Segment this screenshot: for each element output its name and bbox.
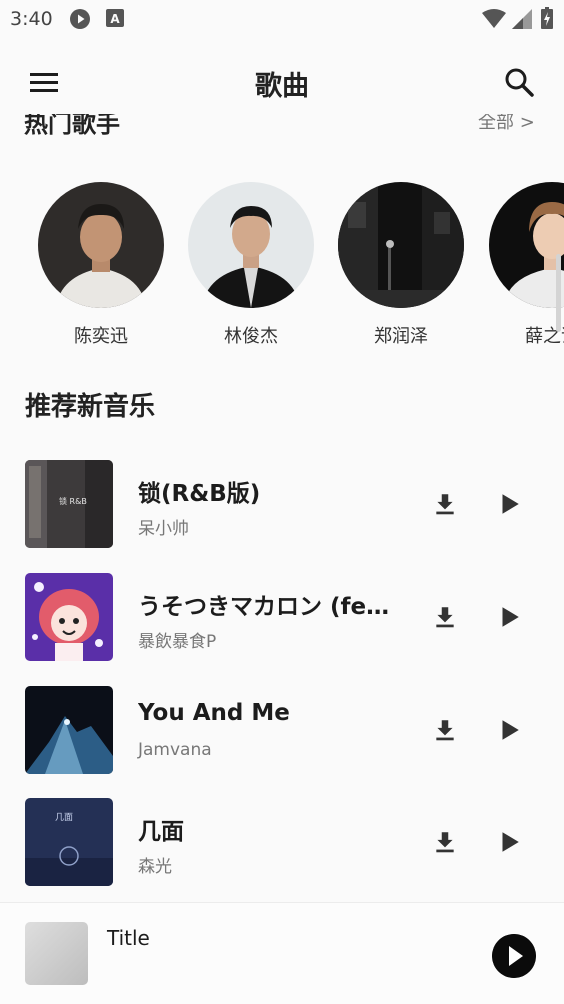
singer-avatar: [38, 182, 164, 308]
singer-name: 林俊杰: [224, 326, 278, 347]
status-time: 3:40: [10, 8, 53, 30]
signal-icon: [512, 9, 532, 29]
singer-name: 郑润泽: [374, 326, 428, 347]
song-cover: 锁 R&B: [25, 460, 113, 548]
hot-singers-title: 热门歌手: [24, 114, 120, 138]
song-artist: 暴飲暴食P: [138, 632, 217, 652]
singers-carousel[interactable]: 陈奕迅 林俊杰 郑润泽 薛之: [0, 182, 564, 352]
song-item[interactable]: 几面 几面 森光: [0, 798, 564, 894]
download-icon[interactable]: [432, 604, 458, 630]
singer-avatar: [489, 182, 564, 308]
song-item[interactable]: 锁 R&B 锁(R&B版) 呆小帅: [0, 460, 564, 556]
song-cover: 几面: [25, 798, 113, 886]
singer-avatar: [188, 182, 314, 308]
play-icon[interactable]: [496, 717, 522, 743]
status-bar: 3:40 A: [0, 0, 564, 40]
page-title: 歌曲: [255, 71, 309, 102]
singer-item[interactable]: 林俊杰: [188, 182, 314, 348]
all-singers-link[interactable]: 全部 >: [478, 114, 535, 134]
player-play-button[interactable]: [492, 934, 536, 978]
song-artist: 呆小帅: [138, 519, 189, 539]
play-icon[interactable]: [496, 491, 522, 517]
media-play-notification-icon: [70, 9, 90, 29]
song-artist: 森光: [138, 857, 172, 877]
app-notification-icon: A: [106, 9, 124, 27]
hot-singers-header: 热门歌手 全部 >: [0, 114, 564, 146]
song-title: 锁(R&B版): [138, 481, 261, 507]
singer-item[interactable]: 郑润泽: [338, 182, 464, 348]
song-item[interactable]: You And Me Jamvana: [0, 686, 564, 782]
app-bar: 歌曲: [0, 50, 564, 114]
cover-text: 几面: [55, 812, 73, 823]
play-icon[interactable]: [496, 604, 522, 630]
download-icon[interactable]: [432, 491, 458, 517]
song-title: You And Me: [138, 700, 290, 726]
recommended-title: 推荐新音乐: [25, 392, 156, 422]
singer-item[interactable]: 薛之谦: [489, 182, 564, 348]
singer-name: 陈奕迅: [74, 326, 128, 347]
singer-name: 薛之谦: [525, 326, 564, 347]
song-item[interactable]: うそつきマカロン (feat. 重音テト) 暴飲暴食P: [0, 573, 564, 669]
svg-text:A: A: [110, 12, 120, 26]
song-title: うそつきマカロン (feat. 重音テト): [138, 594, 400, 620]
player-title: Title: [107, 926, 150, 950]
player-cover: [25, 922, 88, 985]
song-artist: Jamvana: [138, 740, 212, 760]
cover-text: 锁 R&B: [59, 496, 87, 506]
download-icon[interactable]: [432, 717, 458, 743]
song-cover: [25, 573, 113, 661]
scrollbar[interactable]: [556, 254, 561, 332]
singer-avatar: [338, 182, 464, 308]
download-icon[interactable]: [432, 829, 458, 855]
play-icon[interactable]: [496, 829, 522, 855]
singer-item[interactable]: 陈奕迅: [38, 182, 164, 348]
song-title: 几面: [138, 819, 184, 845]
song-cover: [25, 686, 113, 774]
battery-charging-icon: [541, 7, 553, 29]
mini-player[interactable]: Title: [0, 902, 564, 1004]
search-icon[interactable]: [502, 65, 536, 99]
wifi-icon: [482, 9, 506, 28]
